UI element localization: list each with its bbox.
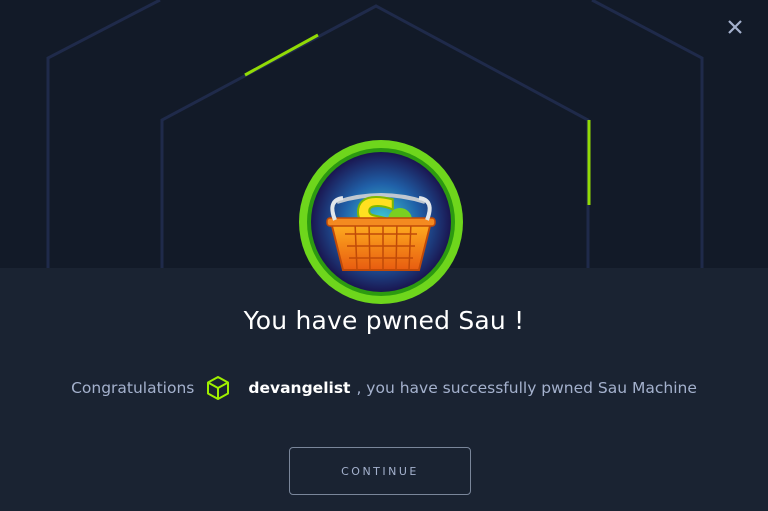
machine-badge-icon: S <box>299 140 463 304</box>
success-text: , you have successfully pwned Sau Machin… <box>356 379 697 397</box>
close-button[interactable] <box>724 16 746 38</box>
congratulations-message: Congratulations devangelist , you have s… <box>0 373 768 403</box>
username-link[interactable]: devangelist <box>248 379 350 397</box>
continue-button[interactable]: CONTINUE <box>289 447 471 495</box>
cube-icon <box>207 376 230 400</box>
page-title: You have pwned Sau ! <box>243 306 525 335</box>
close-icon <box>728 20 742 34</box>
congratulations-word: Congratulations <box>71 379 195 397</box>
